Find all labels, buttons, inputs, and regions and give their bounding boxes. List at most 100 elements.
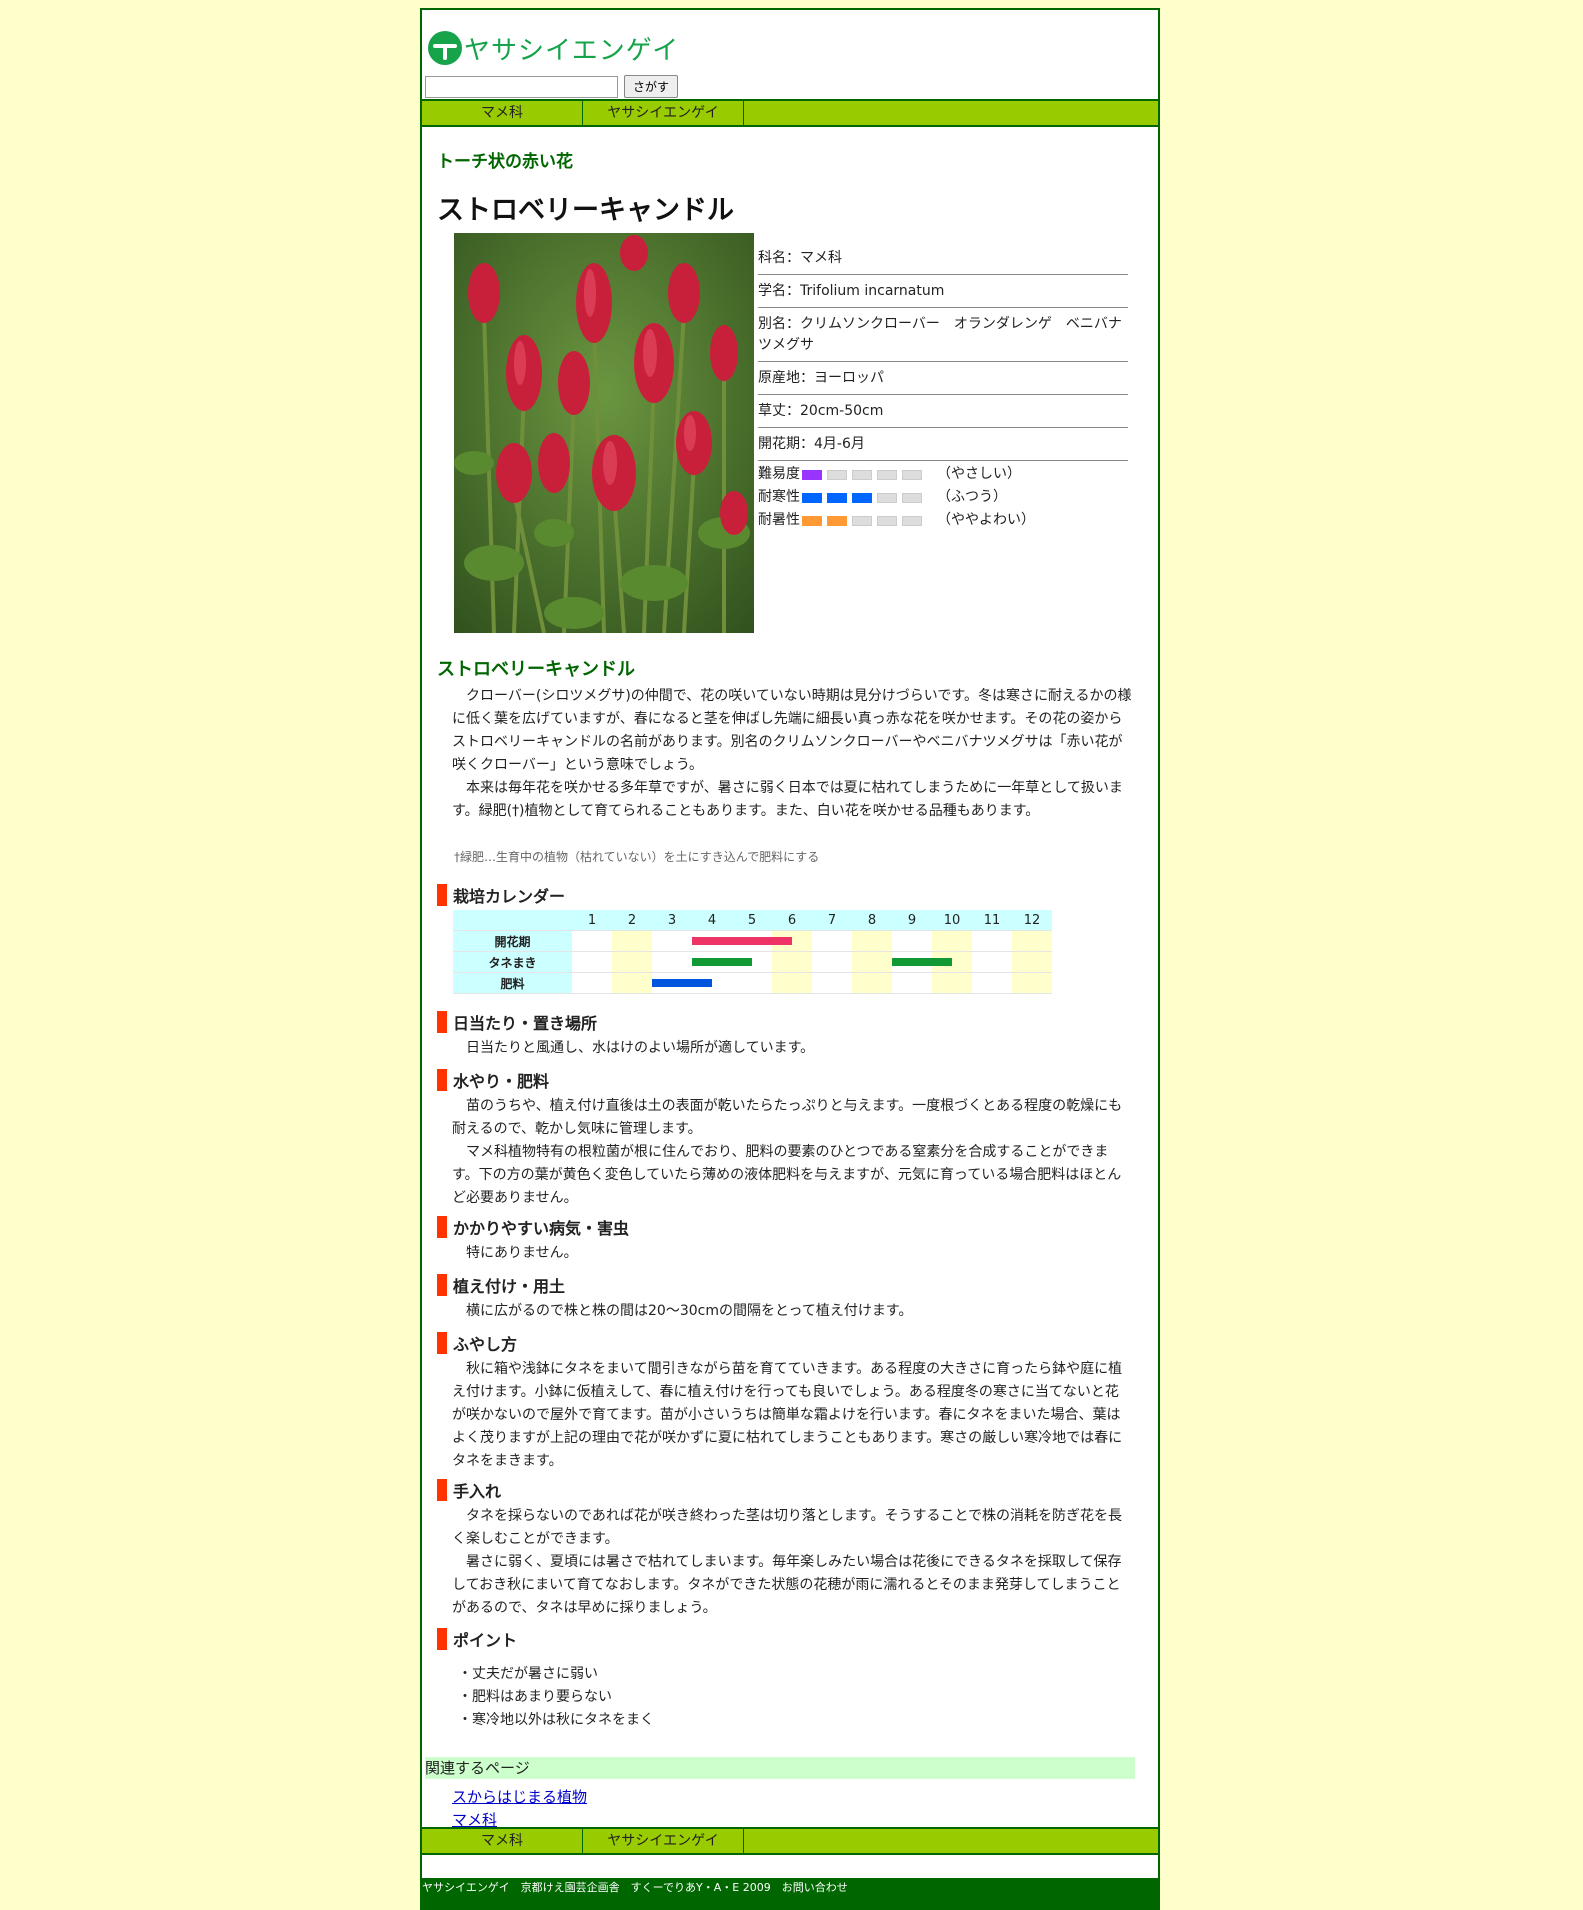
list-item: ・肥料はあまり要らない [458, 1689, 612, 1705]
calendar-month-label: 11 [972, 910, 1012, 931]
section-heading-planting: 植え付け・用土 [437, 1273, 565, 1297]
calendar-month-label: 9 [892, 910, 932, 931]
section-text-sun: 日当たりと風通し、水はけのよい場所が適しています。 [452, 1040, 815, 1056]
calendar-row-label: 肥料 [453, 972, 572, 994]
rating-row: 耐寒性 （ふつう） [758, 486, 1128, 509]
rating-bar [802, 515, 822, 526]
section-heading-text: 日当たり・置き場所 [453, 1014, 598, 1033]
calendar-cell [772, 951, 812, 973]
calendar-cell [892, 951, 952, 973]
heading-marker [437, 1011, 447, 1033]
info-aliases: 別名：クリムソンクローバー オランダレンゲ ベニバナツメグサ [758, 308, 1128, 362]
heading-marker [437, 1069, 447, 1091]
ratings: 難易度 （やさしい） 耐寒性 （ふつう） 耐暑性 （ややよわい） [758, 463, 1128, 532]
nav-link-home[interactable]: ヤサシイエンゲイ [583, 1829, 744, 1853]
water-paragraph-1: 苗のうちや、植え付け直後は土の表面が乾いたらたっぷりと与えます。一度根づくとある… [452, 1098, 1123, 1137]
footnote: †緑肥…生育中の植物（枯れていない）を土にすき込んで肥料にする [454, 850, 820, 864]
related-link-s-plants[interactable]: スからはじまる植物 [452, 1786, 587, 1809]
related-links: スからはじまる植物 マメ科 [452, 1786, 587, 1832]
calendar-month-label: 8 [852, 910, 892, 931]
calendar-corner [453, 910, 572, 931]
rating-bar [827, 515, 847, 526]
calendar-cell [812, 951, 852, 973]
calendar-row-label: 開花期 [453, 930, 572, 952]
section-heading-points: ポイント [437, 1627, 517, 1651]
section-heading-sun: 日当たり・置き場所 [437, 1010, 597, 1034]
water-paragraph-2: マメ科植物特有の根粒菌が根に住んでおり、肥料の要素のひとつである窒素分を合成する… [452, 1144, 1122, 1206]
info-origin: 原産地：ヨーロッパ [758, 362, 1128, 395]
calendar-cell [932, 972, 972, 994]
nav-link-family[interactable]: マメ科 [422, 1829, 583, 1853]
rating-label: 耐寒性 [758, 489, 800, 505]
calendar-cell [812, 972, 852, 994]
rating-bar [852, 469, 872, 480]
calendar-cell [972, 972, 1012, 994]
calendar-cell [612, 951, 652, 973]
section-heading-care: 手入れ [437, 1478, 501, 1502]
rating-label: 難易度 [758, 466, 800, 482]
calendar-header-row: 1 2 3 4 5 6 7 8 9 10 11 12 [453, 910, 1052, 931]
plant-photo [454, 233, 754, 633]
page-subtitle: トーチ状の赤い花 [437, 152, 573, 172]
rating-bar [802, 492, 822, 503]
calendar-cell [612, 972, 652, 994]
rating-bar [877, 469, 897, 480]
calendar-month-label: 7 [812, 910, 852, 931]
rating-bar [827, 469, 847, 480]
section-heading-pests: かかりやすい病気・害虫 [437, 1215, 629, 1239]
calendar-cell [932, 930, 972, 952]
section-heading-propagation: ふやし方 [437, 1331, 517, 1355]
calendar-cell [692, 951, 752, 973]
rating-bar [827, 492, 847, 503]
calendar-cell [812, 930, 852, 952]
related-pages-heading: 関連するページ [425, 1757, 1135, 1779]
search-button[interactable]: さがす [624, 75, 679, 98]
calendar-cell [692, 930, 792, 952]
rating-row: 難易度 （やさしい） [758, 463, 1128, 486]
nav-link-home[interactable]: ヤサシイエンゲイ [583, 101, 744, 125]
calendar-month-label: 6 [772, 910, 812, 931]
calendar-bar [652, 979, 712, 987]
heading-marker [437, 1479, 447, 1501]
calendar-cell [572, 951, 612, 973]
nav-link-family[interactable]: マメ科 [422, 101, 583, 125]
rating-bar [902, 469, 922, 480]
calendar-row: タネまき [453, 951, 1052, 973]
section-text-planting: 横に広がるので株と株の間は20～30cmの間隔をとって植え付けます。 [452, 1303, 913, 1319]
calendar-cell [1012, 930, 1052, 952]
calendar-cell [652, 972, 712, 994]
calendar-month-label: 2 [612, 910, 652, 931]
info-scientific-name: 学名：Trifolium incarnatum [758, 275, 1128, 308]
search-form: さがす [425, 75, 679, 98]
section-text-water: 苗のうちや、植え付け直後は土の表面が乾いたらたっぷりと与えます。一度根づくとある… [452, 1095, 1132, 1210]
calendar-cell [852, 972, 892, 994]
page-title: ストロベリーキャンドル [437, 195, 734, 226]
intro-paragraph-1: クローバー(シロツメグサ)の仲間で、花の咲いていない時期は見分けづらいです。冬は… [452, 688, 1132, 773]
logo-sprout-icon [428, 31, 462, 65]
care-paragraph-2: 暑さに弱く、夏頃には暑さで枯れてしまいます。毎年楽しみたい場合は花後にできるタネ… [452, 1554, 1122, 1616]
calendar-bar [892, 958, 952, 966]
calendar-cell [892, 972, 932, 994]
intro-paragraph-2: 本来は毎年花を咲かせる多年草ですが、暑さに弱く日本では夏に枯れてしまうために一年… [452, 780, 1123, 819]
section-heading-water: 水やり・肥料 [437, 1068, 549, 1092]
rating-row: 耐暑性 （ややよわい） [758, 509, 1128, 532]
intro-heading: ストロベリーキャンドル [437, 659, 635, 680]
calendar-cell [1012, 951, 1052, 973]
calendar-cell [892, 930, 932, 952]
info-bloom-period: 開花期：4月-6月 [758, 428, 1128, 461]
calendar-month-label: 4 [692, 910, 732, 931]
bottom-nav: マメ科 ヤサシイエンゲイ [422, 1827, 1158, 1855]
site-logo[interactable]: ヤサシイエンゲイ [428, 28, 679, 68]
heading-marker [437, 1332, 447, 1354]
calendar-cell [972, 951, 1012, 973]
calendar-row-label: タネまき [453, 951, 572, 973]
info-height: 草丈：20cm-50cm [758, 395, 1128, 428]
calendar-cell [572, 930, 612, 952]
rating-bar [902, 515, 922, 526]
section-heading-text: 植え付け・用土 [453, 1277, 566, 1296]
search-input[interactable] [425, 75, 618, 98]
top-nav: マメ科 ヤサシイエンゲイ [422, 99, 1158, 127]
list-item: ・寒冷地以外は秋にタネをまく [458, 1712, 654, 1728]
strawberry-candle-image [454, 233, 754, 633]
calendar-cell [972, 930, 1012, 952]
